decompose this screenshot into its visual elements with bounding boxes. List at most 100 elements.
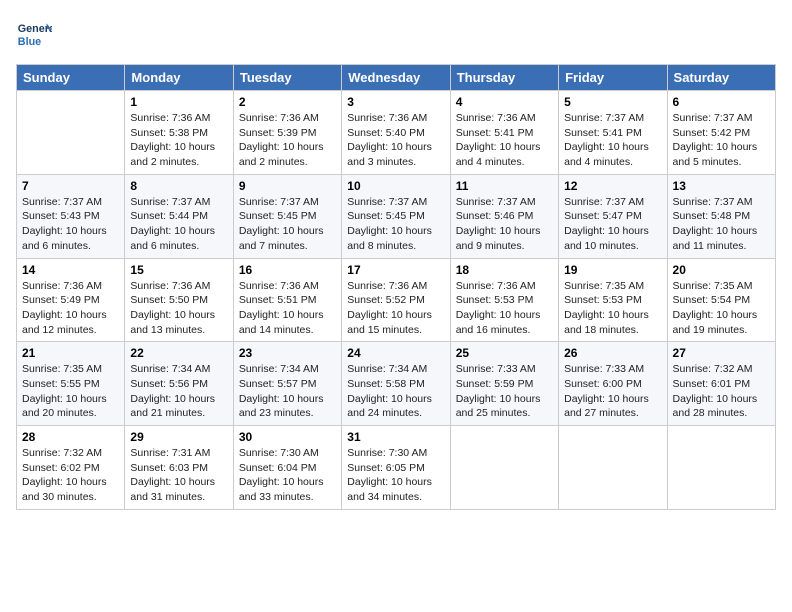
- day-info: Sunrise: 7:36 AM Sunset: 5:39 PM Dayligh…: [239, 111, 336, 170]
- day-number: 5: [564, 95, 661, 109]
- day-info: Sunrise: 7:37 AM Sunset: 5:47 PM Dayligh…: [564, 195, 661, 254]
- day-number: 14: [22, 263, 119, 277]
- calendar-day-cell: [450, 426, 558, 510]
- calendar-day-cell: 23Sunrise: 7:34 AM Sunset: 5:57 PM Dayli…: [233, 342, 341, 426]
- calendar-day-cell: 1Sunrise: 7:36 AM Sunset: 5:38 PM Daylig…: [125, 91, 233, 175]
- weekday-header-row: SundayMondayTuesdayWednesdayThursdayFrid…: [17, 65, 776, 91]
- calendar-day-cell: 31 Sunrise: 7:30 AM Sunset: 6:05 PM Dayli…: [342, 426, 450, 510]
- calendar-day-cell: 6 Sunrise: 7:37 AM Sunset: 5:42 PM Daylig…: [667, 91, 775, 175]
- weekday-header-sunday: Sunday: [17, 65, 125, 91]
- day-number: 27: [673, 346, 770, 360]
- day-info: Sunrise: 7:31 AM Sunset: 6:03 PM Dayligh…: [130, 446, 227, 505]
- calendar-body: 1Sunrise: 7:36 AM Sunset: 5:38 PM Daylig…: [17, 91, 776, 510]
- calendar-day-cell: [667, 426, 775, 510]
- day-number: 20: [673, 263, 770, 277]
- day-number: 21: [22, 346, 119, 360]
- calendar-day-cell: 27 Sunrise: 7:32 AM Sunset: 6:01 PM Dayli…: [667, 342, 775, 426]
- day-number: 15: [130, 263, 227, 277]
- calendar-day-cell: 22 Sunrise: 7:34 AM Sunset: 5:56 PM Dayli…: [125, 342, 233, 426]
- logo: General Blue: [16, 16, 56, 52]
- day-info: Sunrise: 7:37 AM Sunset: 5:43 PM Dayligh…: [22, 195, 119, 254]
- day-info: Sunrise: 7:36 AM Sunset: 5:50 PM Dayligh…: [130, 279, 227, 338]
- calendar-day-cell: 4Sunrise: 7:36 AM Sunset: 5:41 PM Daylig…: [450, 91, 558, 175]
- calendar-day-cell: 10 Sunrise: 7:37 AM Sunset: 5:45 PM Dayli…: [342, 174, 450, 258]
- calendar-week-row: 7 Sunrise: 7:37 AM Sunset: 5:43 PM Daylig…: [17, 174, 776, 258]
- calendar-day-cell: 21 Sunrise: 7:35 AM Sunset: 5:55 PM Dayli…: [17, 342, 125, 426]
- day-number: 18: [456, 263, 553, 277]
- calendar-day-cell: 17Sunrise: 7:36 AM Sunset: 5:52 PM Dayli…: [342, 258, 450, 342]
- day-info: Sunrise: 7:30 AM Sunset: 6:04 PM Dayligh…: [239, 446, 336, 505]
- day-number: 2: [239, 95, 336, 109]
- day-info: Sunrise: 7:37 AM Sunset: 5:48 PM Dayligh…: [673, 195, 770, 254]
- day-number: 22: [130, 346, 227, 360]
- day-number: 10: [347, 179, 444, 193]
- day-number: 28: [22, 430, 119, 444]
- calendar-day-cell: 7 Sunrise: 7:37 AM Sunset: 5:43 PM Daylig…: [17, 174, 125, 258]
- calendar-week-row: 28 Sunrise: 7:32 AM Sunset: 6:02 PM Dayli…: [17, 426, 776, 510]
- day-info: Sunrise: 7:33 AM Sunset: 5:59 PM Dayligh…: [456, 362, 553, 421]
- svg-text:Blue: Blue: [18, 36, 41, 48]
- calendar-day-cell: [17, 91, 125, 175]
- calendar-day-cell: 9 Sunrise: 7:37 AM Sunset: 5:45 PM Daylig…: [233, 174, 341, 258]
- calendar-table: SundayMondayTuesdayWednesdayThursdayFrid…: [16, 64, 776, 510]
- day-info: Sunrise: 7:34 AM Sunset: 5:57 PM Dayligh…: [239, 362, 336, 421]
- calendar-day-cell: 2 Sunrise: 7:36 AM Sunset: 5:39 PM Daylig…: [233, 91, 341, 175]
- day-info: Sunrise: 7:35 AM Sunset: 5:55 PM Dayligh…: [22, 362, 119, 421]
- day-info: Sunrise: 7:37 AM Sunset: 5:44 PM Dayligh…: [130, 195, 227, 254]
- day-number: 1: [130, 95, 227, 109]
- calendar-day-cell: 8 Sunrise: 7:37 AM Sunset: 5:44 PM Daylig…: [125, 174, 233, 258]
- day-number: 12: [564, 179, 661, 193]
- calendar-day-cell: 14 Sunrise: 7:36 AM Sunset: 5:49 PM Dayli…: [17, 258, 125, 342]
- weekday-header-tuesday: Tuesday: [233, 65, 341, 91]
- day-number: 6: [673, 95, 770, 109]
- calendar-day-cell: 15 Sunrise: 7:36 AM Sunset: 5:50 PM Dayli…: [125, 258, 233, 342]
- day-info: Sunrise: 7:35 AM Sunset: 5:54 PM Dayligh…: [673, 279, 770, 338]
- day-number: 31: [347, 430, 444, 444]
- calendar-day-cell: 3 Sunrise: 7:36 AM Sunset: 5:40 PM Daylig…: [342, 91, 450, 175]
- calendar-day-cell: 19Sunrise: 7:35 AM Sunset: 5:53 PM Dayli…: [559, 258, 667, 342]
- day-info: Sunrise: 7:36 AM Sunset: 5:51 PM Dayligh…: [239, 279, 336, 338]
- day-info: Sunrise: 7:37 AM Sunset: 5:45 PM Dayligh…: [239, 195, 336, 254]
- day-info: Sunrise: 7:37 AM Sunset: 5:41 PM Dayligh…: [564, 111, 661, 170]
- calendar-day-cell: 26Sunrise: 7:33 AM Sunset: 6:00 PM Dayli…: [559, 342, 667, 426]
- day-info: Sunrise: 7:30 AM Sunset: 6:05 PM Dayligh…: [347, 446, 444, 505]
- calendar-day-cell: 5 Sunrise: 7:37 AM Sunset: 5:41 PM Daylig…: [559, 91, 667, 175]
- weekday-header-friday: Friday: [559, 65, 667, 91]
- weekday-header-thursday: Thursday: [450, 65, 558, 91]
- day-info: Sunrise: 7:36 AM Sunset: 5:40 PM Dayligh…: [347, 111, 444, 170]
- day-info: Sunrise: 7:34 AM Sunset: 5:58 PM Dayligh…: [347, 362, 444, 421]
- calendar-day-cell: 16Sunrise: 7:36 AM Sunset: 5:51 PM Dayli…: [233, 258, 341, 342]
- day-info: Sunrise: 7:36 AM Sunset: 5:53 PM Dayligh…: [456, 279, 553, 338]
- weekday-header-wednesday: Wednesday: [342, 65, 450, 91]
- day-number: 13: [673, 179, 770, 193]
- day-info: Sunrise: 7:32 AM Sunset: 6:02 PM Dayligh…: [22, 446, 119, 505]
- weekday-header-monday: Monday: [125, 65, 233, 91]
- calendar-day-cell: 18 Sunrise: 7:36 AM Sunset: 5:53 PM Dayli…: [450, 258, 558, 342]
- day-number: 8: [130, 179, 227, 193]
- calendar-day-cell: 30Sunrise: 7:30 AM Sunset: 6:04 PM Dayli…: [233, 426, 341, 510]
- day-number: 11: [456, 179, 553, 193]
- day-number: 7: [22, 179, 119, 193]
- day-info: Sunrise: 7:36 AM Sunset: 5:49 PM Dayligh…: [22, 279, 119, 338]
- day-number: 3: [347, 95, 444, 109]
- calendar-day-cell: 28 Sunrise: 7:32 AM Sunset: 6:02 PM Dayli…: [17, 426, 125, 510]
- calendar-day-cell: [559, 426, 667, 510]
- day-info: Sunrise: 7:37 AM Sunset: 5:42 PM Dayligh…: [673, 111, 770, 170]
- day-number: 17: [347, 263, 444, 277]
- day-number: 29: [130, 430, 227, 444]
- calendar-week-row: 1Sunrise: 7:36 AM Sunset: 5:38 PM Daylig…: [17, 91, 776, 175]
- day-info: Sunrise: 7:32 AM Sunset: 6:01 PM Dayligh…: [673, 362, 770, 421]
- logo-icon: General Blue: [16, 16, 52, 52]
- day-info: Sunrise: 7:37 AM Sunset: 5:45 PM Dayligh…: [347, 195, 444, 254]
- day-info: Sunrise: 7:33 AM Sunset: 6:00 PM Dayligh…: [564, 362, 661, 421]
- calendar-day-cell: 13 Sunrise: 7:37 AM Sunset: 5:48 PM Dayli…: [667, 174, 775, 258]
- page-header: General Blue: [16, 16, 776, 52]
- calendar-day-cell: 24 Sunrise: 7:34 AM Sunset: 5:58 PM Dayli…: [342, 342, 450, 426]
- day-number: 24: [347, 346, 444, 360]
- day-info: Sunrise: 7:34 AM Sunset: 5:56 PM Dayligh…: [130, 362, 227, 421]
- day-number: 9: [239, 179, 336, 193]
- calendar-day-cell: 29 Sunrise: 7:31 AM Sunset: 6:03 PM Dayli…: [125, 426, 233, 510]
- calendar-day-cell: 12 Sunrise: 7:37 AM Sunset: 5:47 PM Dayli…: [559, 174, 667, 258]
- weekday-header-saturday: Saturday: [667, 65, 775, 91]
- calendar-day-cell: 20 Sunrise: 7:35 AM Sunset: 5:54 PM Dayli…: [667, 258, 775, 342]
